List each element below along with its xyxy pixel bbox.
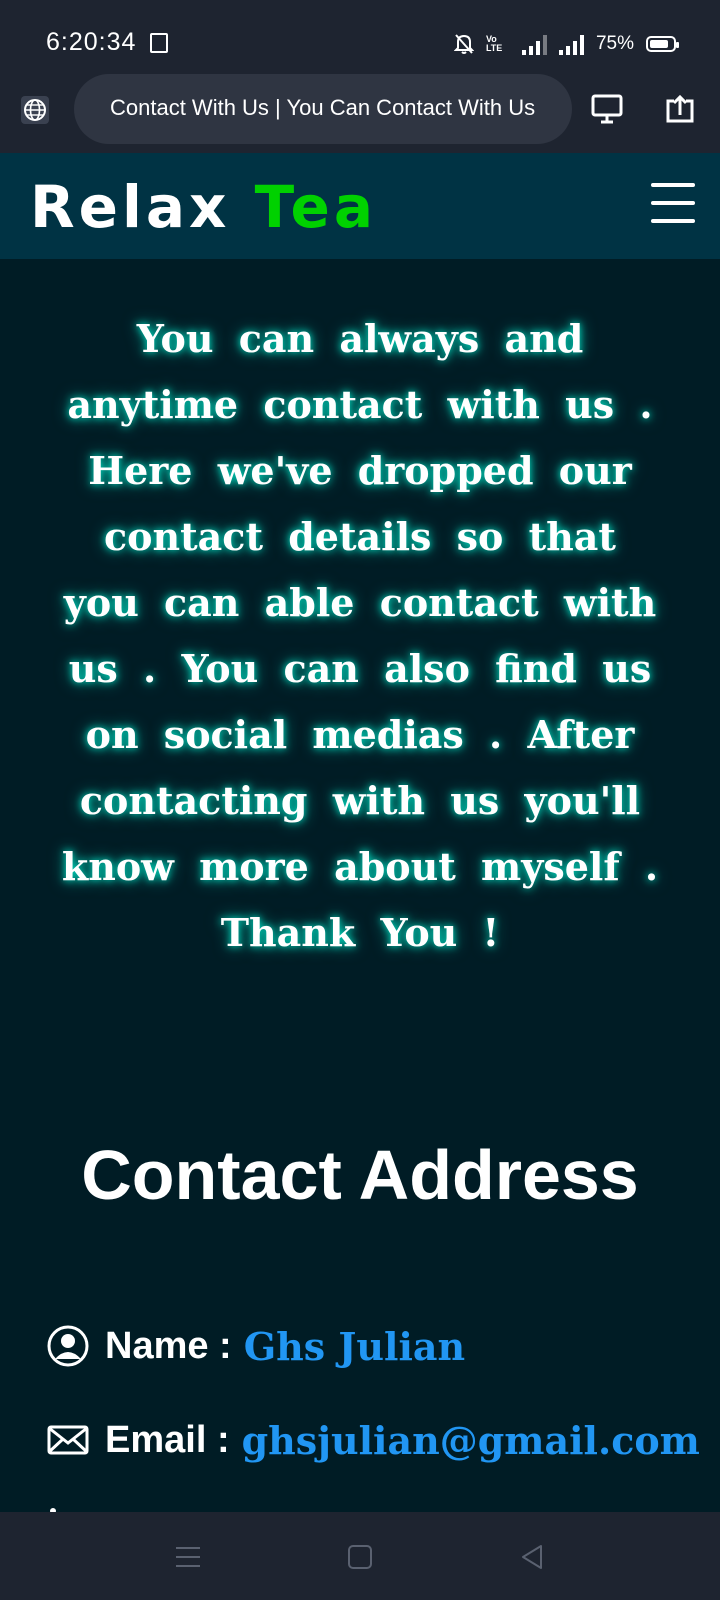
intro-paragraph: You can always and anytime contact with … (61, 316, 659, 955)
battery-icon (646, 36, 679, 52)
name-label: Name : (105, 1324, 232, 1367)
status-icons: Vo LTE 75% (453, 30, 679, 58)
page-title-in-address-bar: Contact With Us | You Can Contact With U… (110, 95, 536, 120)
name-value: Ghs Julian (243, 1323, 466, 1369)
address-bar[interactable]: Contact With Us | You Can Contact With U… (74, 74, 572, 144)
contact-name-row: Name : Ghs Julian (47, 1316, 465, 1376)
recent-apps-icon[interactable] (173, 1542, 203, 1572)
site-logo[interactable]: Relax Tea (30, 173, 377, 241)
hamburger-icon[interactable] (651, 183, 695, 223)
share-icon[interactable] (664, 93, 696, 125)
browser-toolbar: Contact With Us | You Can Contact With U… (0, 63, 720, 153)
logo-tea: Tea (254, 173, 377, 241)
system-nav-bar (0, 1512, 720, 1600)
signal-icon-1 (521, 33, 547, 55)
logo-relax: Relax (30, 173, 231, 241)
battery-percent: 75% (595, 33, 634, 54)
volte-indicator: Vo LTE (485, 34, 503, 53)
mute-bell-icon (453, 34, 474, 54)
globe-icon[interactable] (21, 96, 49, 124)
email-link[interactable]: ghsjulian@gmail.com (242, 1418, 700, 1463)
status-time: 6:20:34 (46, 28, 137, 56)
notification-app-icon (150, 33, 168, 53)
site-header: Relax Tea (0, 153, 720, 259)
back-icon[interactable] (517, 1542, 547, 1572)
desktop-site-icon[interactable] (590, 93, 624, 125)
mail-icon (47, 1425, 89, 1455)
user-circle-icon (47, 1325, 89, 1367)
signal-icon-2 (558, 33, 584, 55)
contact-email-row: Email : ghsjulian@gmail.com (47, 1410, 700, 1470)
contact-title: Contact Address (81, 1136, 639, 1214)
home-icon[interactable] (345, 1542, 375, 1572)
email-label: Email : (105, 1418, 230, 1461)
